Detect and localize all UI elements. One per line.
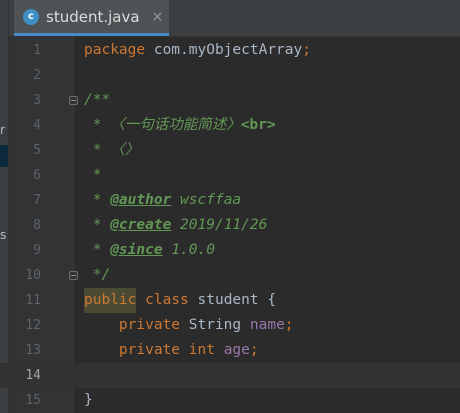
- code-line[interactable]: 4 * 〈一句话功能简述〉<br>: [0, 113, 460, 138]
- code-token: <br>: [240, 117, 276, 133]
- line-number: 11: [25, 293, 41, 308]
- code-token: ;: [249, 342, 259, 358]
- code-text[interactable]: public class student {: [84, 288, 276, 313]
- code-line[interactable]: 1 package com.myObjectArray;: [0, 38, 460, 63]
- code-text[interactable]: *: [84, 163, 102, 188]
- code-text[interactable]: * @author wscffaa: [84, 188, 241, 213]
- code-token: public: [84, 288, 137, 313]
- code-token: private int: [84, 342, 224, 358]
- code-line[interactable]: 6 *: [0, 163, 460, 188]
- code-line[interactable]: 2: [0, 63, 460, 88]
- code-token: wscffaa: [171, 192, 242, 208]
- code-line[interactable]: 13 private int age;: [0, 338, 460, 363]
- code-line[interactable]: 8 * @create 2019/11/26: [0, 213, 460, 238]
- code-token: class: [136, 292, 198, 308]
- code-token: 2019/11/26: [171, 217, 268, 233]
- code-token: ;: [302, 42, 311, 58]
- code-line[interactable]: 10 */: [0, 263, 460, 288]
- code-token: */: [84, 267, 111, 283]
- java-class-icon: c: [23, 8, 39, 25]
- code-token: }: [84, 392, 93, 408]
- code-token: name: [249, 317, 285, 333]
- code-text[interactable]: * 〈〉: [84, 138, 139, 163]
- line-number: 2: [33, 68, 41, 83]
- code-line[interactable]: 15}: [0, 388, 460, 413]
- code-line[interactable]: 14: [0, 363, 460, 388]
- code-text[interactable]: */: [84, 263, 110, 288]
- code-token: *: [84, 167, 102, 183]
- line-number: 12: [25, 318, 41, 333]
- code-token: student {: [197, 292, 277, 308]
- code-text[interactable]: * 〈一句话功能简述〉<br>: [84, 113, 276, 138]
- code-token: * 〈〉: [84, 142, 140, 158]
- tab-filename: student.java: [46, 7, 140, 26]
- code-token: *: [84, 217, 111, 233]
- code-text[interactable]: /**: [84, 88, 110, 113]
- code-text[interactable]: * @since 1.0.0: [84, 238, 215, 263]
- code-line[interactable]: 11 public class student {: [0, 288, 460, 313]
- code-line[interactable]: 7 * @author wscffaa: [0, 188, 460, 213]
- code-token: 1.0.0: [162, 242, 215, 258]
- line-number: 10: [25, 268, 41, 283]
- code-line[interactable]: 12 private String name;: [0, 313, 460, 338]
- line-number: 13: [25, 343, 41, 358]
- code-text[interactable]: private int age;: [84, 338, 259, 363]
- code-token: package: [84, 42, 154, 58]
- code-token: @author: [110, 192, 172, 208]
- code-line[interactable]: 5 * 〈〉: [0, 138, 460, 163]
- editor-tab-bar: c student.java ×: [9, 0, 460, 37]
- code-token: ;: [284, 317, 294, 333]
- code-text[interactable]: package com.myObjectArray;: [84, 38, 311, 63]
- line-number: 14: [25, 368, 41, 383]
- close-icon[interactable]: ×: [152, 9, 164, 25]
- fold-toggle-icon[interactable]: [69, 271, 78, 280]
- code-text[interactable]: }: [84, 388, 93, 413]
- code-text[interactable]: private String name;: [84, 313, 294, 338]
- line-number: 7: [33, 193, 41, 208]
- code-token: com.myObjectArray: [153, 42, 303, 58]
- code-token: private: [84, 317, 189, 333]
- code-token: @create: [110, 217, 172, 233]
- code-token: /**: [84, 92, 111, 108]
- line-number: 6: [33, 168, 41, 183]
- line-number: 1: [33, 43, 41, 58]
- code-token: @since: [110, 242, 163, 258]
- fold-toggle-icon[interactable]: [69, 96, 78, 105]
- code-text[interactable]: * @create 2019/11/26: [84, 213, 268, 238]
- line-number: 9: [33, 243, 41, 258]
- code-line[interactable]: 3 /**: [0, 88, 460, 113]
- line-number: 5: [33, 143, 41, 158]
- code-token: *: [84, 242, 111, 258]
- editor-tab-student-java[interactable]: c student.java ×: [14, 0, 169, 36]
- code-token: * 〈一句话功能简述〉: [84, 117, 241, 133]
- line-number: 8: [33, 218, 41, 233]
- code-token: *: [84, 192, 111, 208]
- line-number: 15: [25, 393, 41, 408]
- line-number: 3: [33, 93, 41, 108]
- code-token: String: [188, 317, 250, 333]
- code-line[interactable]: 9 * @since 1.0.0: [0, 238, 460, 263]
- code-token: age: [223, 342, 250, 358]
- line-number: 4: [33, 118, 41, 133]
